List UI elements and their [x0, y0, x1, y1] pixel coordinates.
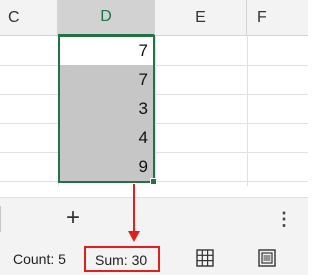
plus-icon: + [65, 204, 80, 231]
column-header-d[interactable]: D [58, 0, 155, 36]
column-header-c-label: C [8, 8, 20, 26]
more-options-button[interactable]: ⋮ [274, 206, 294, 232]
column-header-c[interactable]: C [0, 0, 58, 36]
sheet-tab-bar: + ⋮ [0, 197, 308, 239]
vertical-ellipsis-icon: ⋮ [275, 209, 293, 229]
add-sheet-button[interactable]: + [58, 204, 88, 234]
normal-view-button[interactable] [189, 245, 221, 271]
grid-icon [196, 249, 214, 267]
sum-status[interactable]: Sum: 30 [95, 252, 147, 268]
page-layout-view-button[interactable] [251, 245, 283, 271]
divider [0, 206, 1, 232]
count-status[interactable]: Count: 5 [13, 251, 66, 267]
column-header-e[interactable]: E [155, 0, 247, 36]
status-bar: Count: 5 Sum: 30 [0, 239, 308, 275]
page-layout-icon [258, 249, 276, 267]
column-header-d-label: D [100, 8, 112, 25]
column-header-e-label: E [195, 8, 206, 26]
column-header-f-label: F [257, 8, 267, 26]
selection-border [58, 35, 155, 183]
column-gridline [247, 36, 248, 186]
column-gridline [155, 36, 156, 186]
column-header-f[interactable]: F [247, 0, 308, 36]
sum-highlight-box: Sum: 30 [84, 246, 160, 272]
fill-handle[interactable] [150, 178, 157, 185]
